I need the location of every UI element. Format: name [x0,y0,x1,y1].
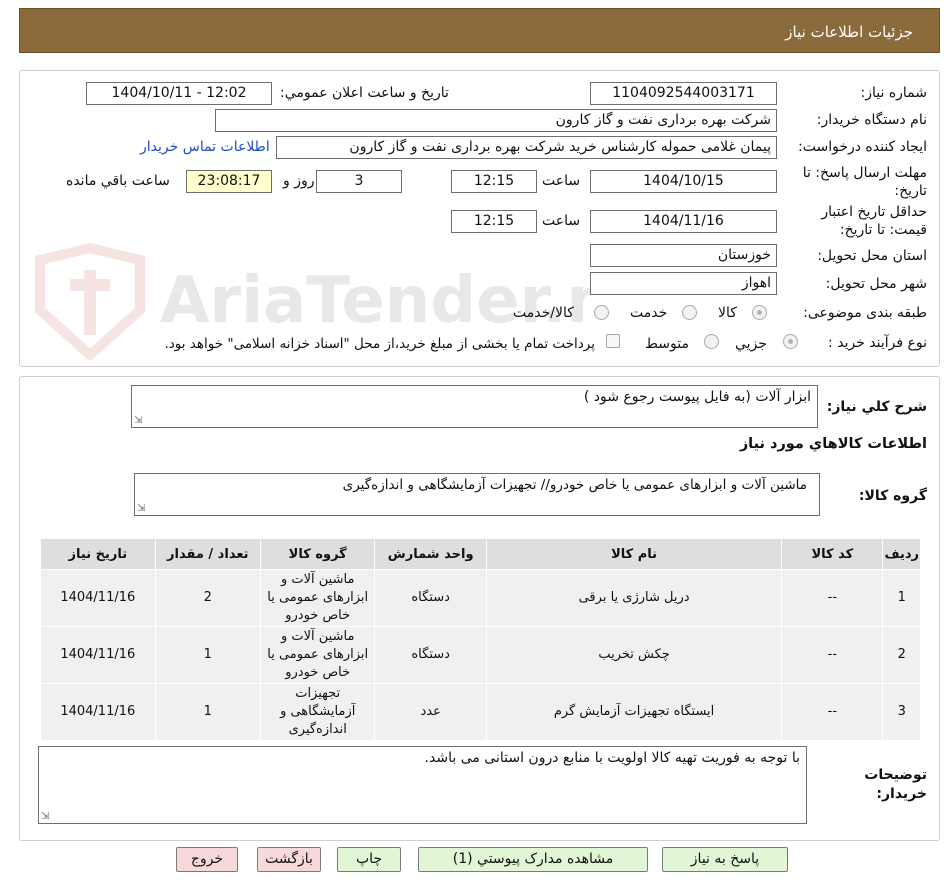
deadline-time-field: 12:15 [451,170,537,193]
validity-label: حداقل تاريخ اعتبار [821,204,927,220]
announce-label: تاریخ و ساعت اعلان عمومي: [280,85,449,101]
province-label: استان محل تحويل: [817,248,927,264]
buyer-notes-label: توضیحات [864,767,927,783]
table-row: 3 -- ایستگاه تجهیزات آزمایش گرم عدد تجهی… [40,683,921,741]
summary-label: شرح کلي نياز: [826,399,927,415]
exit-button[interactable]: خروج [176,847,238,872]
resize-grip-icon[interactable]: ⇲ [41,811,49,822]
view-attachments-button[interactable]: مشاهده مدارک پیوستي (1) [418,847,648,872]
col-code-header: کد کالا [781,538,884,570]
col-date-header: تاریخ نیاز [40,538,156,570]
cell-code: -- [781,626,884,684]
process-medium-label: متوسط [645,336,689,352]
cell-qty: 1 [154,683,261,741]
col-unit-header: واحد شمارش [374,538,487,570]
buyer-org-label: نام دستگاه خريدار: [816,112,927,128]
category-label: طبقه بندی موضوعی: [803,305,927,321]
category-goods-radio[interactable] [752,305,767,320]
days-remaining-field: 3 [316,170,402,193]
cell-date: 1404/11/16 [40,683,156,741]
deadline-date-field: 1404/10/15 [590,170,777,193]
cell-date: 1404/11/16 [40,626,156,684]
buyer-org-field: شرکت بهره برداری نفت و گاز کارون [215,109,777,132]
province-field: خوزستان [590,244,777,267]
reply-button[interactable]: پاسخ به نیاز [662,847,788,872]
city-label: شهر محل تحويل: [825,276,927,292]
process-minor-label: جزيي [735,336,767,352]
deadline-label-date: تاریخ: [894,183,927,199]
cell-row: 2 [882,626,921,684]
page-title: جزئیات اطلاعات نیاز [785,23,913,41]
days-label: روز و [283,173,315,189]
buyer-notes-label-2: خریدار: [876,786,927,802]
print-button[interactable]: چاپ [337,847,401,872]
goods-group-textarea[interactable]: ماشین آلات و ابزارهای عمومی یا خاص خودرو… [134,473,820,516]
cell-unit: عدد [374,683,487,741]
process-minor-radio[interactable] [783,334,798,349]
cell-unit: دستگاه [374,626,487,684]
time-remaining-label: ساعت باقي مانده [66,173,170,189]
category-goods-service-label: کالا/خدمت [513,305,574,321]
col-qty-header: تعداد / مقدار [154,538,261,570]
deadline-label: مهلت ارسال پاسخ: تا [802,165,927,181]
cell-group: ماشین آلات و ابزارهای عمومی یا خاص خودرو [259,626,376,684]
cell-row: 1 [882,569,921,627]
back-button[interactable]: بازگشت [257,847,321,872]
need-number-label: شماره نیاز: [860,85,928,101]
process-medium-radio[interactable] [704,334,719,349]
cell-name: چکش تخریب [485,626,783,684]
validity-time-label: ساعت [542,213,581,229]
buyer-notes-textarea[interactable]: با توجه به فوریت تهیه کالا اولویت با منا… [38,746,807,824]
table-row: 2 -- چکش تخریب دستگاه ماشین آلات و ابزار… [40,626,921,684]
city-field: اهواز [590,272,777,295]
treasury-payment-checkbox[interactable] [606,334,620,348]
goods-info-title: اطلاعات کالاهاي مورد نياز [739,436,927,452]
goods-group-label: گروه کالا: [858,488,927,504]
cell-qty: 1 [154,626,261,684]
treasury-payment-note: پرداخت تمام یا بخشی از مبلغ خرید،از محل … [164,336,595,352]
page-header: جزئیات اطلاعات نیاز [19,8,940,53]
announce-datetime-field: 1404/10/11 - 12:02 [86,82,272,105]
cell-code: -- [781,683,884,741]
deadline-time-label: ساعت [542,173,581,189]
cell-qty: 2 [154,569,261,627]
cell-date: 1404/11/16 [40,569,156,627]
buyer-contact-link[interactable]: اطلاعات تماس خریدار [140,139,270,155]
requester-field: پیمان غلامی حموله کارشناس خرید شرکت بهره… [276,136,777,159]
col-group-header: گروه کالا [259,538,376,570]
category-service-label: خدمت [630,305,668,321]
table-header-row: ردیف کد کالا نام کالا واحد شمارش گروه کا… [40,538,921,570]
validity-date-field: 1404/11/16 [590,210,777,233]
category-goods-service-radio[interactable] [594,305,609,320]
summary-textarea[interactable]: ابزار آلات (به فایل پیوست رجوع شود ) ⇲ [131,385,818,428]
category-goods-label: کالا [718,305,737,321]
cell-group: ماشین آلات و ابزارهای عمومی یا خاص خودرو [259,569,376,627]
resize-grip-icon[interactable]: ⇲ [137,503,145,514]
process-type-label: نوع فرآیند خرید : [828,335,927,351]
cell-name: دریل شارژی یا برقی [485,569,783,627]
need-number-field: 1104092544003171 [590,82,777,105]
table-row: 1 -- دریل شارژی یا برقی دستگاه ماشین آلا… [40,569,921,627]
goods-table: ردیف کد کالا نام کالا واحد شمارش گروه کا… [40,538,921,741]
resize-grip-icon[interactable]: ⇲ [134,415,142,426]
cell-unit: دستگاه [374,569,487,627]
cell-group: تجهیزات آزمایشگاهی و اندازه‌گیری [259,683,376,741]
cell-row: 3 [882,683,921,741]
time-remaining-field: 23:08:17 [186,170,272,193]
category-service-radio[interactable] [682,305,697,320]
col-name-header: نام کالا [485,538,783,570]
validity-time-field: 12:15 [451,210,537,233]
col-row-header: ردیف [882,538,921,570]
cell-name: ایستگاه تجهیزات آزمایش گرم [485,683,783,741]
cell-code: -- [781,569,884,627]
requester-label: ايجاد کننده درخواست: [798,139,927,155]
validity-label-date: قيمت: تا تاريخ: [839,222,927,238]
